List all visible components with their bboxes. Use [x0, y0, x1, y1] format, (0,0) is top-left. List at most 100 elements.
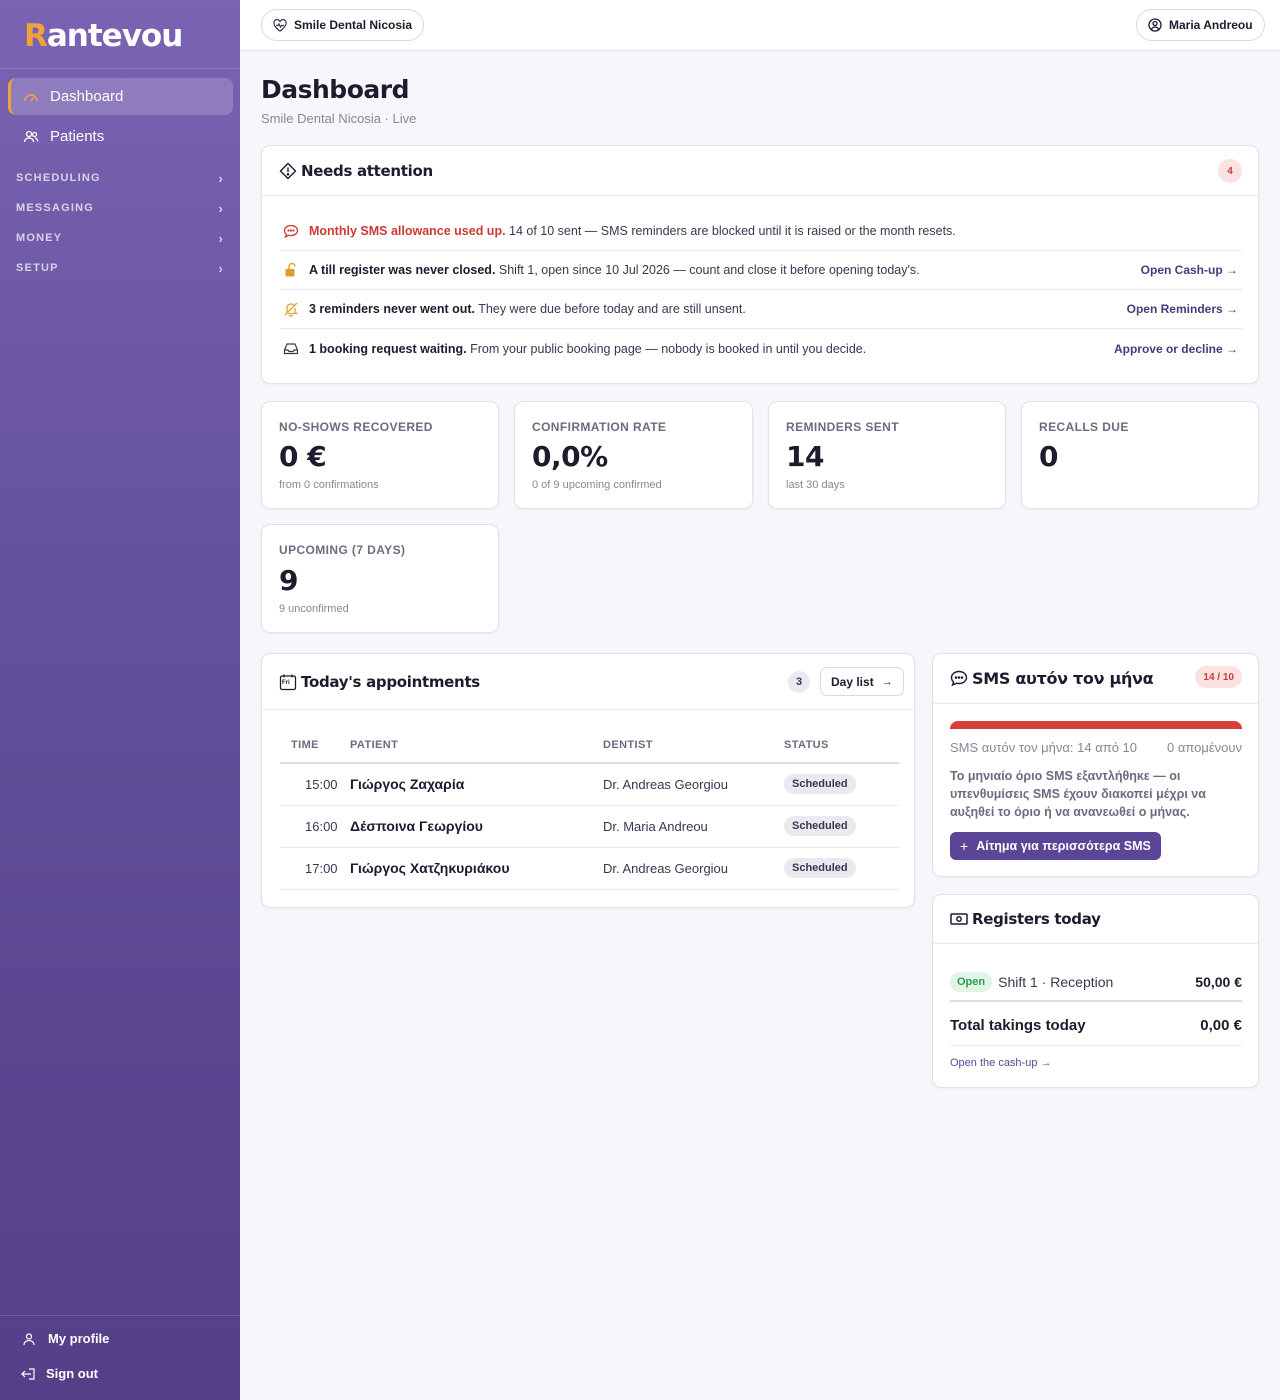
- divider: [0, 68, 240, 69]
- calendar-day-text: Fri: [282, 679, 290, 686]
- card-header: Registers today: [933, 895, 1258, 944]
- user-name: Maria Andreou: [1169, 18, 1253, 32]
- status-cell: Scheduled: [784, 763, 899, 806]
- status-cell: Scheduled: [784, 847, 899, 890]
- column-header: PATIENT: [350, 727, 603, 764]
- section-label: MONEY: [16, 232, 63, 244]
- cash-icon: [950, 912, 968, 926]
- kpi-card-recalls-due: RECALLS DUE 0: [1021, 401, 1259, 509]
- attention-row-till: A till register was never closed. Shift …: [280, 251, 1242, 290]
- user-menu[interactable]: Maria Andreou: [1136, 9, 1265, 41]
- sidebar-item-label: Patients: [50, 128, 105, 145]
- user-circle-icon: [1148, 18, 1162, 32]
- kpi-subtext: from 0 confirmations: [279, 479, 379, 491]
- patient-name[interactable]: Δέσποινα Γεωργίου: [350, 805, 603, 848]
- approve-or-decline-link[interactable]: Approve or decline →: [1114, 342, 1238, 356]
- needs-attention-card: Needs attention 4 Monthly SMS allowance …: [261, 145, 1259, 384]
- registers-card: Registers today Open Shift 1 · Reception…: [932, 894, 1259, 1088]
- sidebar-section-scheduling[interactable]: SCHEDULING ›: [16, 168, 224, 188]
- section-label: SCHEDULING: [16, 172, 101, 184]
- sidebar: Rantevou Dashboard Patients SCHEDULING › …: [0, 0, 240, 1400]
- sidebar-section-setup[interactable]: SETUP ›: [16, 258, 224, 278]
- page-subtitle: Smile Dental Nicosia · Live: [261, 111, 417, 126]
- appointment-time: 16:00: [280, 805, 350, 848]
- sidebar-section-messaging[interactable]: MESSAGING ›: [16, 198, 224, 218]
- app-logo[interactable]: Rantevou: [24, 18, 183, 54]
- register-status-badge: Open: [950, 972, 993, 992]
- attention-row-sms: Monthly SMS allowance used up. 14 of 10 …: [280, 212, 1242, 251]
- sidebar-item-patients[interactable]: Patients: [8, 118, 233, 155]
- kpi-card-upcoming: UPCOMING (7 DAYS) 9 9 unconfirmed: [261, 524, 499, 633]
- user-icon: [22, 1332, 38, 1346]
- sidebar-item-dashboard[interactable]: Dashboard: [8, 78, 233, 115]
- appointment-time: 15:00: [280, 763, 350, 806]
- chat-bubble-icon: [280, 224, 302, 239]
- clinic-name: Smile Dental Nicosia: [294, 18, 413, 32]
- attention-row-booking: 1 booking request waiting. From your pub…: [280, 329, 1242, 368]
- total-takings-row: Total takings today 0,00 €: [950, 1006, 1242, 1046]
- table-row[interactable]: 16:00 Δέσποινα Γεωργίου Dr. Maria Andreo…: [280, 805, 899, 848]
- topbar: Smile Dental Nicosia Maria Andreou: [240, 0, 1280, 51]
- sms-progress-fill: [950, 721, 1242, 729]
- table-row[interactable]: 15:00 Γιώργος Ζαχαρία Dr. Andreas Georgi…: [280, 763, 899, 806]
- column-header: DENTIST: [603, 727, 784, 764]
- sms-progress-track: [950, 721, 1242, 729]
- kpi-value: 0,0%: [532, 440, 608, 473]
- alert-diamond-icon: [279, 162, 297, 180]
- open-cash-up-link[interactable]: Open the cash-up →: [950, 1057, 1052, 1069]
- kpi-subtext: 9 unconfirmed: [279, 603, 349, 615]
- chevron-right-icon: ›: [218, 260, 224, 276]
- table-row[interactable]: 17:00 Γιώργος Χατζηκυριάκου Dr. Andreas …: [280, 847, 899, 890]
- status-badge: Scheduled: [784, 774, 856, 795]
- sms-warning-text: Το μηνιαίο όριο SMS εξαντλήθηκε — οι υπε…: [950, 769, 1206, 819]
- page-title: Dashboard: [261, 75, 409, 104]
- sms-usage-text: SMS αυτόν τον μήνα: 14 από 10: [950, 740, 1137, 755]
- clinic-switcher[interactable]: Smile Dental Nicosia: [261, 9, 425, 41]
- register-row[interactable]: Open Shift 1 · Reception 50,00 €: [950, 964, 1242, 1002]
- column-header: STATUS: [784, 727, 899, 764]
- kpi-value: 14: [786, 440, 824, 473]
- sms-usage-card: SMS αυτόν τον μήνα 14 / 10 SMS αυτόν τον…: [932, 653, 1259, 877]
- heart-pulse-icon: [273, 18, 287, 32]
- dentist-name: Dr. Andreas Georgiou: [603, 763, 784, 806]
- sidebar-section-money[interactable]: MONEY ›: [16, 228, 224, 248]
- open-reminders-link[interactable]: Open Reminders →: [1127, 302, 1238, 316]
- section-label: SETUP: [16, 262, 59, 274]
- register-amount: 50,00 €: [1195, 974, 1242, 990]
- patient-name[interactable]: Γιώργος Ζαχαρία: [350, 763, 603, 806]
- patient-name[interactable]: Γιώργος Χατζηκυριάκου: [350, 847, 603, 890]
- card-title: Registers today: [972, 910, 1101, 928]
- sidebar-item-label: Dashboard: [50, 88, 124, 105]
- my-profile-link[interactable]: My profile: [22, 1331, 109, 1346]
- request-more-sms-button[interactable]: + Αίτημα για περισσότερα SMS: [950, 832, 1161, 860]
- plus-icon: +: [960, 838, 969, 854]
- attention-text: Monthly SMS allowance used up. 14 of 10 …: [309, 224, 956, 238]
- card-header: Fri Today's appointments: [262, 654, 914, 710]
- kpi-label: NO-SHOWS RECOVERED: [279, 420, 433, 434]
- kpi-card-confirmation-rate: CONFIRMATION RATE 0,0% 0 of 9 upcoming c…: [514, 401, 753, 509]
- open-cash-up-link[interactable]: Open Cash-up →: [1141, 263, 1238, 277]
- kpi-value: 0: [1039, 440, 1058, 473]
- status-cell: Scheduled: [784, 805, 899, 848]
- appointments-table: TIME PATIENT DENTIST STATUS 15:00 Γιώργο…: [280, 727, 899, 890]
- kpi-card-no-shows: NO-SHOWS RECOVERED 0 € from 0 confirmati…: [261, 401, 499, 509]
- kpi-card-reminders-sent: REMINDERS SENT 14 last 30 days: [768, 401, 1006, 509]
- kpi-label: REMINDERS SENT: [786, 420, 899, 434]
- gauge-icon: [22, 88, 40, 106]
- day-list-button[interactable]: Day list →: [820, 667, 904, 696]
- kpi-value: 9: [279, 564, 298, 597]
- divider: [0, 1315, 240, 1316]
- calendar-icon: Fri: [279, 673, 297, 691]
- card-title: Today's appointments: [301, 672, 480, 691]
- chevron-right-icon: ›: [218, 230, 224, 246]
- sign-out-link[interactable]: Sign out: [20, 1366, 98, 1381]
- total-takings-amount: 0,00 €: [1200, 1017, 1242, 1034]
- kpi-subtext: last 30 days: [786, 479, 845, 491]
- attention-text: 3 reminders never went out. They were du…: [309, 302, 746, 316]
- chat-dots-icon: [950, 670, 968, 687]
- kpi-label: UPCOMING (7 DAYS): [279, 543, 406, 557]
- attention-row-reminders: 3 reminders never went out. They were du…: [280, 290, 1242, 329]
- inbox-icon: [280, 342, 302, 355]
- users-icon: [22, 128, 40, 146]
- kpi-subtext: 0 of 9 upcoming confirmed: [532, 479, 662, 491]
